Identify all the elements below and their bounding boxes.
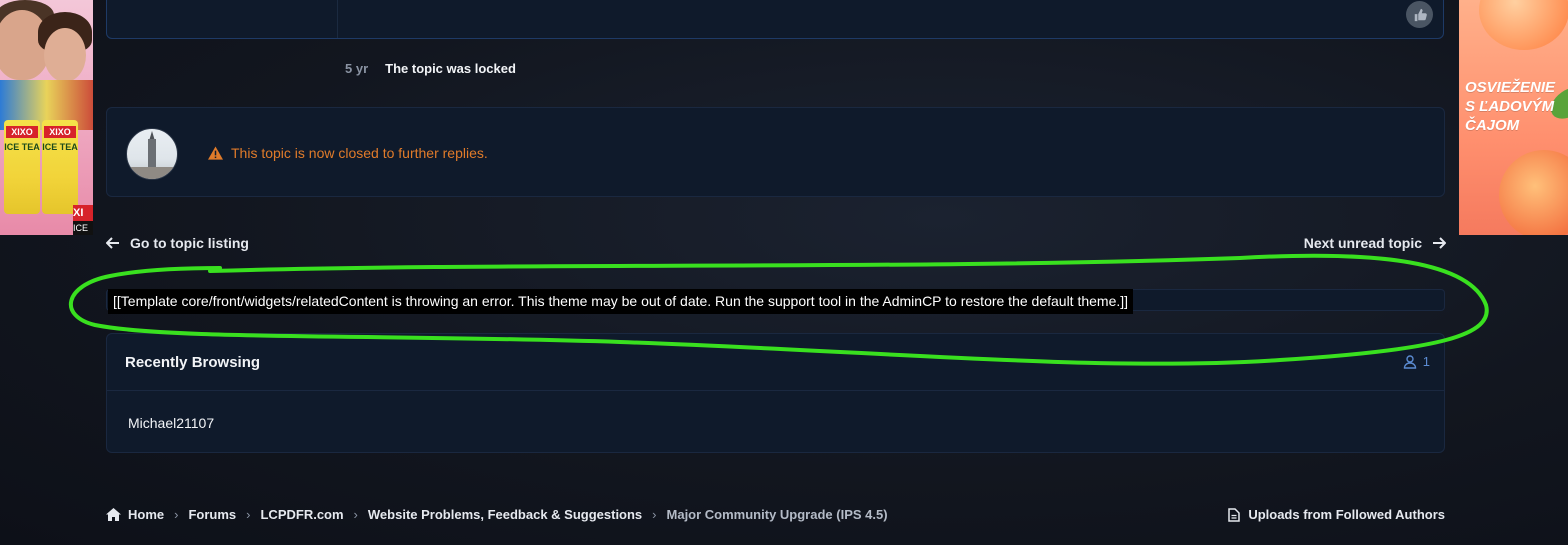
ad-fruit-2 <box>1499 150 1568 235</box>
closed-message: This topic is now closed to further repl… <box>208 145 488 161</box>
arrow-right-icon <box>1433 237 1446 249</box>
left-advertisement[interactable]: XIXO ICE TEA XIXO ICE TEA XI ICE <box>0 0 93 235</box>
avatar-roofs <box>127 167 177 179</box>
hand-drawn-annotation <box>68 253 1489 366</box>
home-icon <box>106 508 121 521</box>
document-icon <box>1228 507 1241 522</box>
chevron-right-icon: › <box>353 507 358 522</box>
topic-locked-event: 5 yr The topic was locked <box>345 61 516 76</box>
next-unread-topic-link[interactable]: Next unread topic <box>1304 235 1446 251</box>
like-button[interactable] <box>1406 1 1433 28</box>
ad-can-brand: XIXO <box>44 126 76 138</box>
ad-slogan: OSVIEŽENIE S ĽADOVÝM ČAJOM <box>1465 79 1556 134</box>
template-error-message: [[Template core/front/widgets/relatedCon… <box>108 289 1134 314</box>
next-label: Next unread topic <box>1303 235 1422 251</box>
chevron-right-icon: › <box>652 507 657 522</box>
uploads-from-followed-authors-link[interactable]: Uploads from Followed Authors <box>1228 507 1445 522</box>
right-advertisement[interactable]: OSVIEŽENIE S ĽADOVÝM ČAJOM <box>1459 0 1568 235</box>
topic-closed-notice: This topic is now closed to further repl… <box>106 107 1445 197</box>
breadcrumb: Home › Forums › LCPDFR.com › Website Pro… <box>106 507 888 522</box>
ad-fruit <box>1479 0 1568 50</box>
arrow-left-icon <box>106 237 119 249</box>
thumbs-up-icon <box>1414 8 1427 21</box>
browsing-user-link[interactable]: Michael21107 <box>128 415 214 431</box>
ad-corner-brand: XI <box>73 205 93 221</box>
ad-can-brand: XIXO <box>6 126 38 138</box>
ad-can-2: XIXO ICE TEA <box>42 120 78 214</box>
ad-can-1: XIXO ICE TEA <box>4 120 40 214</box>
breadcrumb-home[interactable]: Home <box>128 507 164 522</box>
breadcrumb-website-problems[interactable]: Website Problems, Feedback & Suggestions <box>368 507 642 522</box>
breadcrumb-lcpdfr[interactable]: LCPDFR.com <box>260 507 343 522</box>
ad-can-text: ICE TEA <box>4 142 40 152</box>
ad-can-text: ICE TEA <box>42 142 78 152</box>
count-value: 1 <box>1422 354 1430 369</box>
ad-person-face-2 <box>44 28 86 82</box>
recently-browsing-count[interactable]: 1 <box>1403 354 1430 369</box>
event-time: 5 yr <box>345 61 369 76</box>
post-column-divider <box>337 0 338 38</box>
warning-triangle-icon <box>208 146 223 160</box>
uploads-label: Uploads from Followed Authors <box>1248 507 1445 522</box>
user-icon <box>1403 354 1416 369</box>
ad-corner-sub: ICE <box>73 221 93 235</box>
recently-browsing-widget: Recently Browsing 1 Michael21107 <box>106 333 1445 453</box>
closed-message-text: This topic is now closed to further repl… <box>231 145 488 161</box>
go-to-topic-listing-link[interactable]: Go to topic listing <box>106 235 249 251</box>
chevron-right-icon: › <box>246 507 251 522</box>
breadcrumb-current-topic: Major Community Upgrade (IPS 4.5) <box>666 507 888 522</box>
recently-browsing-title: Recently Browsing <box>125 354 261 371</box>
prev-label: Go to topic listing <box>130 235 249 251</box>
avatar[interactable] <box>126 128 178 180</box>
event-text: The topic was locked <box>385 61 516 76</box>
previous-post-footer <box>106 0 1444 39</box>
breadcrumb-forums[interactable]: Forums <box>188 507 236 522</box>
chevron-right-icon: › <box>174 507 179 522</box>
recently-browsing-header: Recently Browsing 1 <box>107 334 1444 391</box>
